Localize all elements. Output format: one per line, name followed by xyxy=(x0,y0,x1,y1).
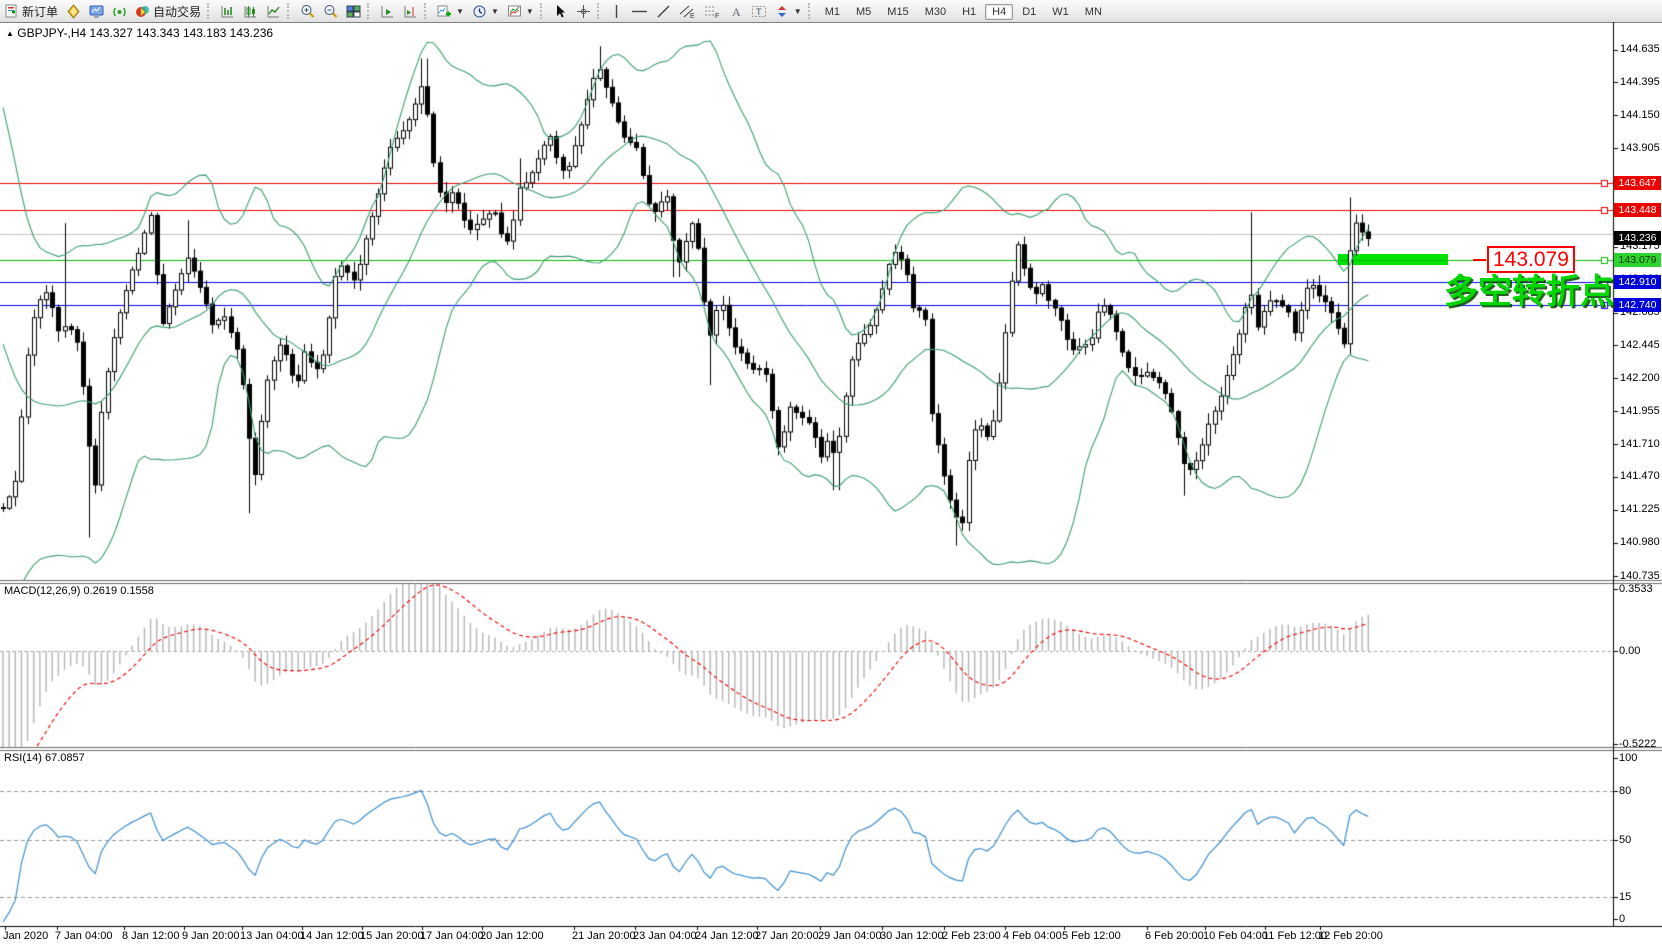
mt4-window: 新订单 自动交易 ▼ ▼ ▼ E F A T ▼ xyxy=(0,0,1662,946)
chart-canvas[interactable] xyxy=(0,22,1662,946)
